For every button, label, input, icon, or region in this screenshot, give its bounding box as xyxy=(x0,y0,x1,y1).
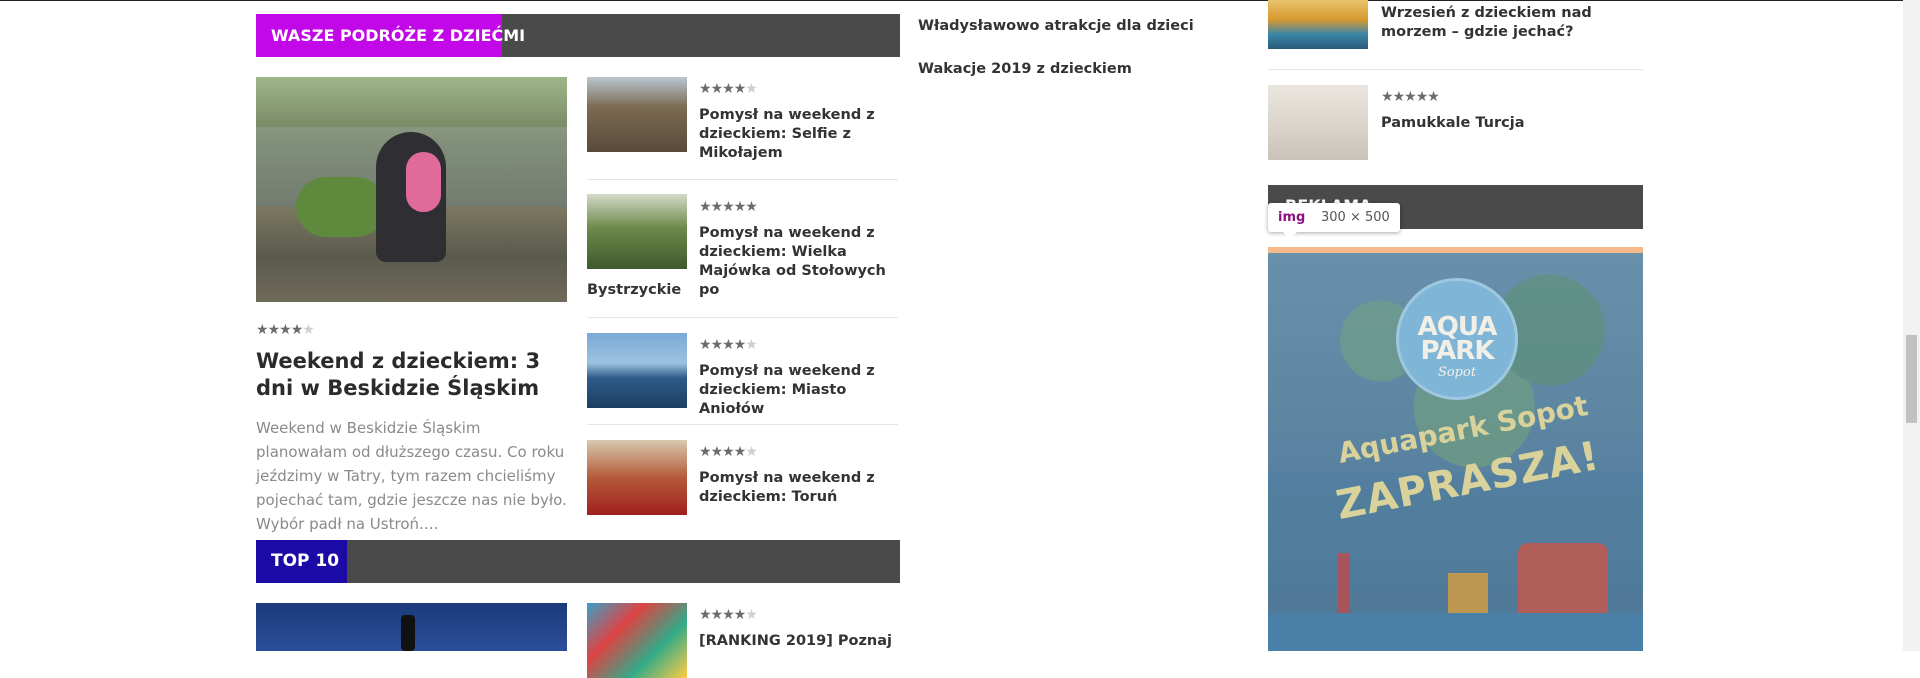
post-title[interactable]: Pomysł na weekend z dzieckiem: Miasto An… xyxy=(699,362,904,419)
sidebar-post-thumbnail[interactable] xyxy=(1268,85,1368,160)
section-header-top10: TOP 10 xyxy=(256,540,900,583)
page-scrollbar[interactable] xyxy=(1903,0,1920,651)
featured-image[interactable] xyxy=(256,77,567,302)
featured-title[interactable]: Weekend z dzieckiem: 3 dni w Beskidzie Ś… xyxy=(256,348,576,402)
post-thumbnail[interactable] xyxy=(587,440,687,515)
sidebar-post-thumbnail[interactable] xyxy=(1268,0,1368,49)
tooltip-dimensions: 300 × 500 xyxy=(1321,210,1390,225)
aquapark-logo-subtext: Sopot xyxy=(1437,365,1477,380)
post-rating: ★★★★★ xyxy=(699,81,758,97)
divider xyxy=(1268,69,1643,70)
post-rating: ★★★★★ xyxy=(699,444,758,460)
featured-excerpt: Weekend w Beskidzie Śląskim planowałam o… xyxy=(256,419,567,533)
scrollbar-thumb[interactable] xyxy=(1906,335,1917,423)
featured-rating: ★★★★★ xyxy=(256,322,315,338)
post-title[interactable]: Pomysł na weekend z dzieckiem: Toruń xyxy=(699,469,904,507)
devtools-inspect-tooltip: img 300 × 500 xyxy=(1268,203,1400,232)
divider xyxy=(587,317,898,318)
tag-link[interactable]: Władysławowo atrakcje dla dzieci xyxy=(918,18,1194,34)
aquapark-logo-text: AQUA PARK xyxy=(1417,312,1498,366)
section-title-top10[interactable]: TOP 10 xyxy=(256,540,347,583)
aquapark-ad-banner[interactable]: AQUA PARK Sopot Aquapark Sopot ZAPRASZA! xyxy=(1268,253,1643,651)
post-rating: ★★★★★ xyxy=(699,337,758,353)
tooltip-tag-name: img xyxy=(1278,210,1306,225)
post-thumbnail[interactable] xyxy=(587,194,687,269)
section-title-family-trips[interactable]: WASZE PODRÓŻE Z DZIEĆMI xyxy=(256,14,525,57)
sidebar-post-rating: ★★★★★ xyxy=(1381,89,1440,105)
section-header-family-trips: WASZE PODRÓŻE Z DZIEĆMI xyxy=(256,14,900,57)
sidebar-post-title[interactable]: Wrzesień z dzieckiem nad morzem – gdzie … xyxy=(1381,4,1651,42)
image-detail-child xyxy=(406,152,441,212)
post-thumbnail[interactable] xyxy=(587,333,687,408)
divider xyxy=(587,179,898,180)
image-detail-figure xyxy=(401,615,415,651)
post-thumbnail[interactable] xyxy=(587,77,687,152)
top-border xyxy=(0,0,1920,1)
top10-featured-image[interactable] xyxy=(256,603,567,651)
sidebar-post-title[interactable]: Pamukkale Turcja xyxy=(1381,114,1651,133)
post-rating: ★★★★★ xyxy=(699,607,758,623)
post-rating: ★★★★★ xyxy=(699,199,758,215)
post-title-overflow[interactable]: Bystrzyckie xyxy=(587,281,792,300)
post-title[interactable]: [RANKING 2019] Poznaj xyxy=(699,632,904,651)
ad-detail-pool xyxy=(1268,613,1643,651)
post-thumbnail[interactable] xyxy=(587,603,687,678)
divider xyxy=(587,424,898,425)
tag-link[interactable]: Wakacje 2019 z dzieckiem xyxy=(918,61,1132,77)
post-title[interactable]: Pomysł na weekend z dzieckiem: Selfie z … xyxy=(699,106,904,163)
image-detail-plant xyxy=(296,177,386,237)
tooltip-arrow xyxy=(1282,231,1298,239)
